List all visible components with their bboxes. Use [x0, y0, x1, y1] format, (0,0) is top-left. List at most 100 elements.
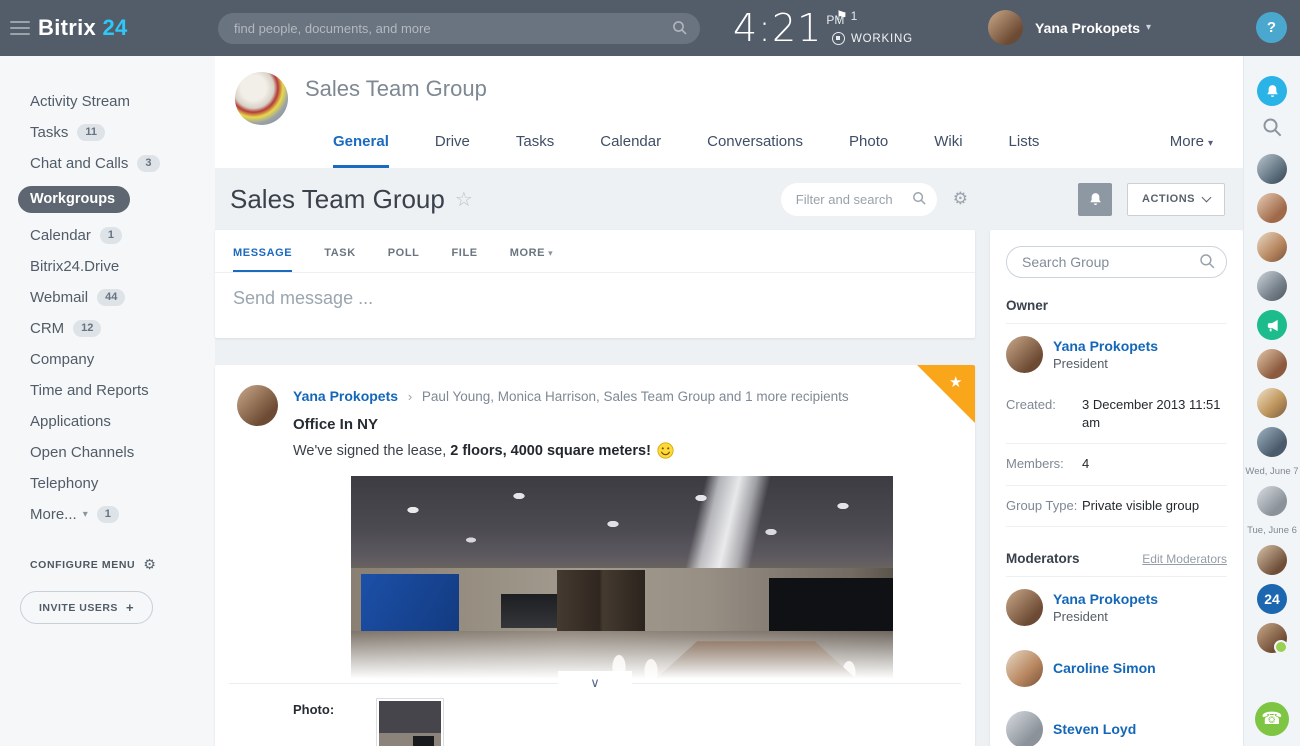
- expand-post-button[interactable]: ∨: [558, 671, 632, 697]
- avatar[interactable]: [237, 385, 278, 426]
- search-icon: [672, 20, 688, 36]
- badge: 3: [137, 155, 159, 172]
- composer-tab-task[interactable]: TASK: [324, 247, 356, 272]
- favorite-ribbon[interactable]: ★: [917, 365, 975, 423]
- configure-menu-button[interactable]: CONFIGURE MENU⚙: [30, 556, 215, 573]
- filter-search: [781, 183, 937, 216]
- sidebar-item-open-channels[interactable]: Open Channels: [0, 437, 215, 468]
- tab-drive[interactable]: Drive: [435, 133, 470, 168]
- favorite-star-icon[interactable]: ☆: [455, 187, 473, 212]
- composer-tab-message[interactable]: MESSAGE: [233, 247, 292, 272]
- composer-tab-more[interactable]: MORE▾: [510, 247, 554, 272]
- work-clock[interactable]: 4:21 PM: [733, 6, 844, 50]
- moderator-name-link[interactable]: Yana Prokopets: [1053, 591, 1158, 607]
- composer-tab-file[interactable]: FILE: [451, 247, 477, 272]
- moderator-name-link[interactable]: Steven Loyd: [1053, 721, 1136, 737]
- user-menu[interactable]: Yana Prokopets ▾: [988, 10, 1151, 45]
- post-divider: ∨: [229, 683, 961, 684]
- page-toolbar: Sales Team Group ☆ ⚙ ACTIONS: [215, 168, 1243, 230]
- tab-general[interactable]: General: [333, 133, 389, 168]
- sidebar-item-telephony[interactable]: Telephony: [0, 468, 215, 499]
- post-author-link[interactable]: Yana Prokopets: [293, 388, 398, 404]
- group-avatar[interactable]: [235, 72, 288, 125]
- telephony-button[interactable]: ☎: [1255, 702, 1289, 736]
- bitrix24-chat-badge[interactable]: 24: [1257, 584, 1287, 614]
- group-tabs: General Drive Tasks Calendar Conversatio…: [333, 133, 1213, 168]
- feed-post: ★ Yana Prokopets › Paul Young, Monica Ha…: [215, 365, 975, 746]
- edit-moderators-link[interactable]: Edit Moderators: [1142, 552, 1227, 566]
- sidebar-item-more[interactable]: More...▾1: [0, 499, 215, 530]
- sidebar-item-crm[interactable]: CRM12: [0, 313, 215, 344]
- tab-lists[interactable]: Lists: [1009, 133, 1040, 168]
- working-status[interactable]: WORKING: [832, 32, 913, 45]
- sidebar-item-webmail[interactable]: Webmail44: [0, 282, 215, 313]
- sidebar-item-tasks[interactable]: Tasks11: [0, 117, 215, 148]
- moderator-row: Yana Prokopets President: [1006, 577, 1227, 638]
- tab-photo[interactable]: Photo: [849, 133, 888, 168]
- bell-icon: [1265, 84, 1280, 99]
- chat-contact-avatar[interactable]: [1257, 427, 1287, 457]
- badge: 1: [100, 227, 122, 244]
- chat-contact-avatar[interactable]: [1257, 154, 1287, 184]
- clock-time: 4:21: [733, 6, 822, 50]
- post-recipients[interactable]: Paul Young, Monica Harrison, Sales Team …: [422, 389, 849, 404]
- photo-thumbnail[interactable]: [376, 698, 444, 746]
- chat-contact-avatar[interactable]: [1257, 193, 1287, 223]
- chat-contact-avatar[interactable]: [1257, 271, 1287, 301]
- phone-icon: ☎: [1261, 709, 1282, 729]
- group-search-input[interactable]: [1006, 246, 1227, 278]
- post-body: We've signed the lease, 2 floors, 4000 s…: [293, 442, 975, 459]
- sidebar-item-workgroups[interactable]: Workgroups: [0, 179, 215, 220]
- global-search: [218, 13, 700, 44]
- hamburger-menu-icon[interactable]: [10, 17, 30, 39]
- star-icon: ★: [949, 373, 962, 391]
- composer-tab-poll[interactable]: POLL: [388, 247, 420, 272]
- send-message-input[interactable]: [233, 288, 957, 309]
- chat-date-label: Tue, June 6: [1247, 525, 1297, 536]
- help-button[interactable]: ?: [1256, 12, 1287, 43]
- gear-icon[interactable]: ⚙: [953, 189, 968, 209]
- chat-contact-avatar[interactable]: [1257, 232, 1287, 262]
- photo-label: Photo:: [293, 702, 334, 746]
- sidebar-item-activity-stream[interactable]: Activity Stream: [0, 86, 215, 117]
- announcements-chat-button[interactable]: [1257, 310, 1287, 340]
- group-header: Sales Team Group General Drive Tasks Cal…: [215, 56, 1243, 168]
- plan-flag[interactable]: ⚑1: [836, 8, 857, 24]
- tab-calendar[interactable]: Calendar: [600, 133, 661, 168]
- sidebar-item-applications[interactable]: Applications: [0, 406, 215, 437]
- sidebar-item-time-and-reports[interactable]: Time and Reports: [0, 375, 215, 406]
- group-header-title: Sales Team Group: [305, 76, 487, 102]
- sidebar-item-calendar[interactable]: Calendar1: [0, 220, 215, 251]
- tab-conversations[interactable]: Conversations: [707, 133, 803, 168]
- bitrix24-logo[interactable]: Bitrix 24: [38, 15, 128, 41]
- invite-users-button[interactable]: INVITE USERS+: [20, 591, 153, 624]
- tab-tasks[interactable]: Tasks: [516, 133, 554, 168]
- field-members: Members: 4: [1006, 444, 1227, 485]
- sidebar-item-company[interactable]: Company: [0, 344, 215, 375]
- global-search-input[interactable]: [218, 13, 700, 44]
- owner-row: Yana Prokopets President: [1006, 324, 1227, 385]
- moderator-name-link[interactable]: Caroline Simon: [1053, 660, 1156, 676]
- chat-search-button[interactable]: [1262, 115, 1283, 145]
- tab-wiki[interactable]: Wiki: [934, 133, 962, 168]
- sidebar-item-chat-and-calls[interactable]: Chat and Calls3: [0, 148, 215, 179]
- chat-contact-avatar[interactable]: [1257, 545, 1287, 575]
- avatar[interactable]: [1006, 650, 1043, 687]
- avatar[interactable]: [1006, 711, 1043, 746]
- chat-contact-avatar[interactable]: [1257, 388, 1287, 418]
- message-composer: MESSAGE TASK POLL FILE MORE▾: [215, 230, 975, 338]
- owner-name-link[interactable]: Yana Prokopets: [1053, 338, 1158, 354]
- post-photo-office[interactable]: [351, 476, 893, 683]
- group-search: [1006, 246, 1227, 278]
- tab-more[interactable]: More▾: [1170, 133, 1213, 168]
- avatar[interactable]: [1006, 589, 1043, 626]
- notifications-button[interactable]: [1078, 183, 1112, 216]
- chat-contact-avatar[interactable]: [1257, 349, 1287, 379]
- actions-button[interactable]: ACTIONS: [1127, 183, 1225, 216]
- avatar[interactable]: [1006, 336, 1043, 373]
- chat-contact-avatar[interactable]: [1257, 486, 1287, 516]
- sidebar-item-drive[interactable]: Bitrix24.Drive: [0, 251, 215, 282]
- chevron-right-icon: ›: [408, 389, 412, 404]
- notifications-button[interactable]: [1257, 76, 1287, 106]
- chat-contact-avatar-online[interactable]: [1257, 623, 1287, 653]
